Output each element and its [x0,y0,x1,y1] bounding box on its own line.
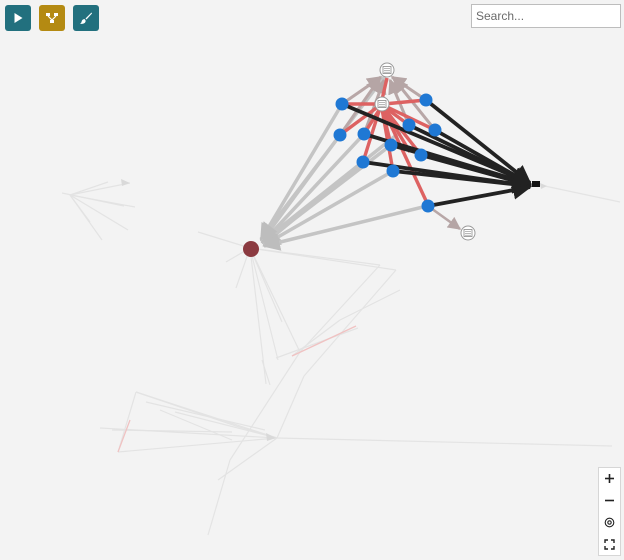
hub-node[interactable] [532,181,540,187]
plus-icon [605,474,614,484]
target-icon [604,517,615,528]
zoom-out-button[interactable] [599,489,620,512]
background-highlight-edges [117,325,357,453]
zoom-reset-button[interactable] [599,511,620,534]
brush-icon [80,12,92,24]
source-node[interactable] [402,118,416,132]
play-icon [14,13,23,23]
background-arrowheads [121,179,547,441]
target-node[interactable] [243,241,259,257]
layout-button[interactable] [39,5,65,31]
document-node-top[interactable] [379,62,395,78]
search-input[interactable] [471,4,621,28]
dark-edges [341,98,532,208]
zoom-in-button[interactable] [599,468,620,490]
source-node[interactable] [386,164,400,178]
document-node-center[interactable] [374,96,390,112]
background-edges [61,181,621,536]
graph-canvas[interactable] [0,0,624,560]
source-node[interactable] [414,148,428,162]
network-icon [46,13,58,23]
fullscreen-icon [604,538,615,550]
zoom-controls [598,467,621,556]
source-node[interactable] [428,123,442,137]
source-node[interactable] [421,199,435,213]
graph-viewer [0,0,624,560]
source-node[interactable] [357,127,371,141]
fullscreen-button[interactable] [599,533,620,555]
source-node[interactable] [384,138,398,152]
source-node[interactable] [356,155,370,169]
source-node[interactable] [333,128,347,142]
source-node[interactable] [419,93,433,107]
document-node-bottom[interactable] [460,225,476,241]
minus-icon [605,499,614,502]
play-button[interactable] [5,5,31,31]
source-node[interactable] [335,97,349,111]
style-button[interactable] [73,5,99,31]
